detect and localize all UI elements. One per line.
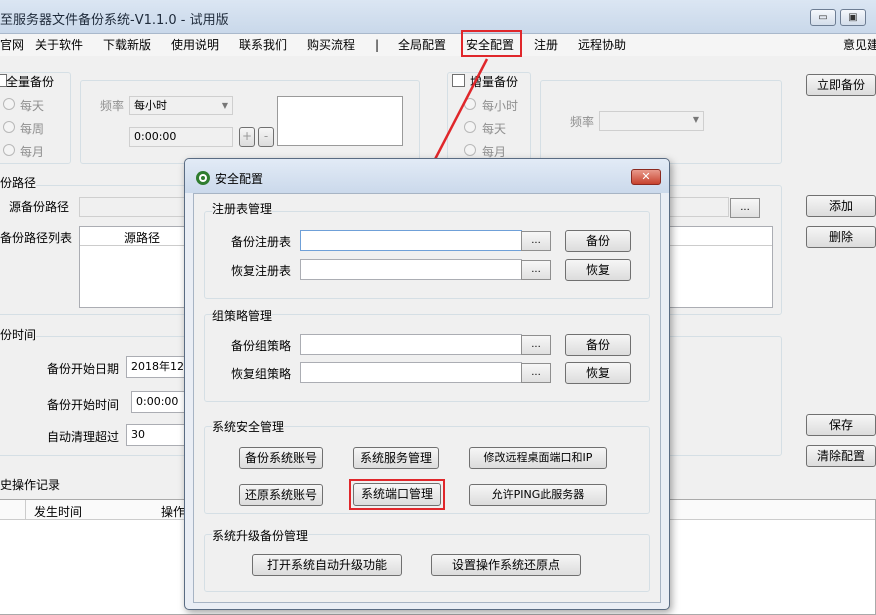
security-title: 系统安全管理	[212, 418, 285, 435]
freq-value: 每小时	[134, 99, 167, 112]
menu-website[interactable]: 官网	[0, 34, 24, 56]
restore-policy-browse[interactable]: ...	[521, 363, 551, 383]
security-config-dialog: 安全配置 ✕ 注册表管理 备份注册表 ... 备份 恢复注册表 ... 恢复 组…	[184, 158, 670, 610]
backup-registry-input[interactable]	[300, 230, 522, 251]
incr-freq-label: 频率	[570, 115, 595, 129]
backup-registry-button[interactable]: 备份	[565, 230, 631, 252]
backup-policy-browse[interactable]: ...	[521, 335, 551, 355]
window-title: 至服务器文件备份系统-V1.1.0 - 试用版	[0, 13, 229, 28]
highlight-box	[461, 30, 522, 57]
full-notes-box[interactable]	[277, 96, 403, 146]
delete-button[interactable]: 删除	[806, 226, 876, 248]
source-browse-button[interactable]: ...	[730, 198, 760, 218]
col-operation: 操作	[161, 505, 186, 519]
menu-global-config[interactable]: 全局配置	[398, 34, 446, 56]
auto-upgrade-button[interactable]: 打开系统自动升级功能	[252, 554, 402, 576]
restore-policy-button[interactable]: 恢复	[565, 362, 631, 384]
restore-registry-browse[interactable]: ...	[521, 260, 551, 280]
menu-bar: 官网 关于软件 下载新版 使用说明 联系我们 购买流程 | 全局配置 安全配置 …	[0, 34, 876, 56]
save-button[interactable]: 保存	[806, 414, 876, 436]
minus-button[interactable]: -	[258, 127, 274, 147]
menu-register[interactable]: 注册	[534, 34, 558, 56]
service-manage-button[interactable]: 系统服务管理	[353, 447, 439, 469]
freq-label: 频率	[100, 99, 125, 113]
start-time-input[interactable]: 0:00:00	[131, 391, 191, 413]
title-bar: 至服务器文件备份系统-V1.1.0 - 试用版 ▭ ▣	[0, 0, 876, 34]
menu-download[interactable]: 下载新版	[103, 34, 151, 56]
col-time: 发生时间	[34, 505, 83, 519]
start-time-label: 备份开始时间	[47, 398, 120, 412]
monthly-label: 每月	[20, 145, 45, 159]
col-source-path: 源路径	[124, 231, 161, 245]
menu-help[interactable]: 使用说明	[171, 34, 219, 56]
backup-now-button[interactable]: 立即备份	[806, 74, 876, 96]
full-time-input[interactable]: 0:00:00	[129, 127, 233, 147]
menu-feedback[interactable]: 意见建	[843, 34, 876, 56]
source-path-label: 源备份路径	[9, 200, 70, 214]
freq-select[interactable]: 每小时 ▼	[129, 96, 233, 115]
restore-registry-input[interactable]	[300, 259, 522, 280]
start-date-label: 备份开始日期	[47, 362, 120, 376]
backup-registry-label: 备份注册表	[231, 235, 292, 249]
path-section-title: 份路径	[0, 174, 37, 191]
chevron-down-icon: ▼	[692, 115, 699, 124]
restore-account-button[interactable]: 还原系统账号	[239, 484, 323, 506]
policy-title: 组策略管理	[212, 307, 273, 324]
add-button[interactable]: 添加	[806, 195, 876, 217]
remote-desktop-port-button[interactable]: 修改远程桌面端口和IP	[469, 447, 607, 469]
policy-group	[204, 314, 650, 402]
close-button[interactable]: ✕	[631, 169, 661, 185]
restore-policy-label: 恢复组策略	[231, 367, 292, 381]
menu-about[interactable]: 关于软件	[35, 34, 83, 56]
restore-policy-input[interactable]	[300, 362, 522, 383]
port-manage-button[interactable]: 系统端口管理	[353, 483, 441, 506]
full-backup-label: 全量备份	[6, 75, 55, 89]
backup-policy-button[interactable]: 备份	[565, 334, 631, 356]
restore-registry-label: 恢复注册表	[231, 264, 292, 278]
weekly-label: 每周	[20, 122, 45, 136]
menu-purchase[interactable]: 购买流程	[307, 34, 355, 56]
restore-point-button[interactable]: 设置操作系统还原点	[431, 554, 581, 576]
dialog-body: 注册表管理 备份注册表 ... 备份 恢复注册表 ... 恢复 组策略管理 备份…	[193, 193, 661, 603]
backup-registry-browse[interactable]: ...	[521, 231, 551, 251]
allow-ping-button[interactable]: 允许PING此服务器	[469, 484, 607, 506]
incr-freq-select[interactable]: ▼	[599, 111, 704, 131]
menu-remote-assist[interactable]: 远程协助	[578, 34, 626, 56]
monthly-radio[interactable]	[3, 144, 15, 156]
dialog-caption: 安全配置 ✕	[185, 159, 669, 193]
cleanup-label: 自动清理超过	[47, 430, 120, 444]
restore-registry-button[interactable]: 恢复	[565, 259, 631, 281]
weekly-radio[interactable]	[3, 121, 15, 133]
registry-group	[204, 211, 650, 299]
maximize-button[interactable]: ▣	[840, 9, 866, 26]
plus-button[interactable]: +	[239, 127, 255, 147]
log-divider	[25, 500, 26, 520]
clear-config-button[interactable]: 清除配置	[806, 445, 876, 467]
daily-radio[interactable]	[3, 98, 15, 110]
backup-account-button[interactable]: 备份系统账号	[239, 447, 323, 469]
backup-policy-label: 备份组策略	[231, 339, 292, 353]
registry-title: 注册表管理	[212, 200, 273, 217]
chevron-down-icon: ▼	[221, 101, 228, 110]
minimize-button[interactable]: ▭	[810, 9, 836, 26]
dialog-title: 安全配置	[215, 172, 264, 186]
path-list-label: 备份路径列表	[0, 231, 73, 245]
backup-policy-input[interactable]	[300, 334, 522, 355]
menu-separator: |	[375, 38, 380, 52]
menu-contact[interactable]: 联系我们	[239, 34, 287, 56]
daily-label: 每天	[20, 99, 45, 113]
time-section-title: 份时间	[0, 326, 37, 343]
app-icon	[196, 171, 210, 185]
log-section-title: 史操作记录	[0, 478, 61, 492]
upgrade-title: 系统升级备份管理	[212, 527, 309, 544]
